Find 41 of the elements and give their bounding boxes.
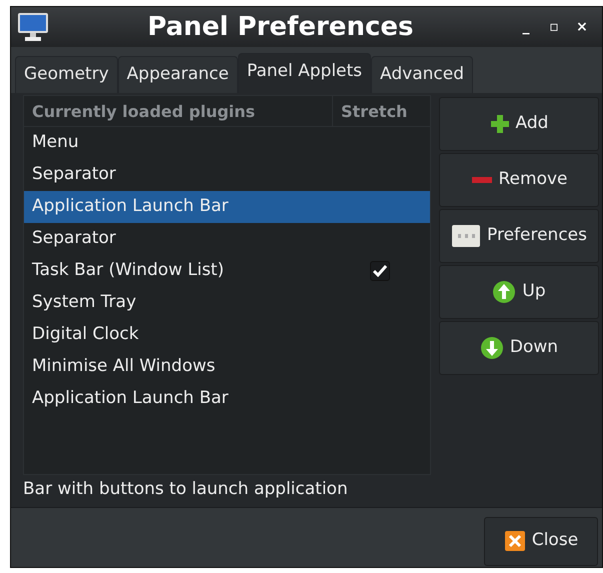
panel-icon [451, 224, 481, 248]
remove-button[interactable]: Remove [439, 152, 599, 206]
plugin-row[interactable]: Application Launch Bar [24, 190, 430, 222]
plugin-name: Digital Clock [31, 322, 140, 346]
down-button[interactable]: Down [439, 320, 599, 374]
plugin-description: Bar with buttons to launch application [23, 478, 349, 501]
tab[interactable]: Geometry [15, 56, 118, 92]
minus-icon [470, 176, 492, 184]
plugin-name: Menu [31, 130, 80, 154]
column-header[interactable]: Currently loaded plugins [24, 96, 332, 126]
preferences-button[interactable]: Preferences [439, 208, 599, 262]
column-header[interactable]: Stretch [332, 96, 430, 126]
maximize-button[interactable]: ▫ [540, 16, 568, 38]
up-button[interactable]: Up [439, 264, 599, 318]
plugin-name: Application Launch Bar [31, 194, 230, 218]
monitor-icon [17, 12, 49, 42]
close-button[interactable]: Close [484, 516, 598, 566]
close-icon [504, 530, 526, 552]
close-window-button[interactable]: × [568, 16, 596, 38]
tab[interactable]: Advanced [371, 56, 474, 92]
tab[interactable]: Panel Applets [238, 53, 372, 92]
plugin-row[interactable]: System Tray [24, 286, 430, 318]
plugin-name: Application Launch Bar [31, 386, 230, 410]
plugin-row[interactable]: Separator [24, 158, 430, 190]
plugin-row[interactable]: Minimise All Windows [24, 350, 430, 382]
plugin-name: Separator [31, 162, 117, 186]
stretch-checkbox[interactable] [370, 260, 390, 280]
minimize-button[interactable]: _ [512, 16, 540, 38]
window-title: Panel Preferences [146, 10, 414, 44]
plugin-name: Minimise All Windows [31, 354, 216, 378]
plugin-row[interactable]: Task Bar (Window List) [24, 254, 430, 286]
plugin-name: Task Bar (Window List) [31, 258, 225, 282]
tab[interactable]: Appearance [118, 56, 238, 92]
plugin-row[interactable]: Digital Clock [24, 318, 430, 350]
plugin-name: Separator [31, 226, 117, 250]
plugin-name: System Tray [31, 290, 138, 314]
plus-icon [490, 114, 510, 134]
plugin-row[interactable]: Separator [24, 222, 430, 254]
plugin-row[interactable]: Application Launch Bar [24, 382, 430, 414]
plugin-row[interactable]: Menu [24, 126, 430, 158]
add-button[interactable]: Add [439, 96, 599, 150]
